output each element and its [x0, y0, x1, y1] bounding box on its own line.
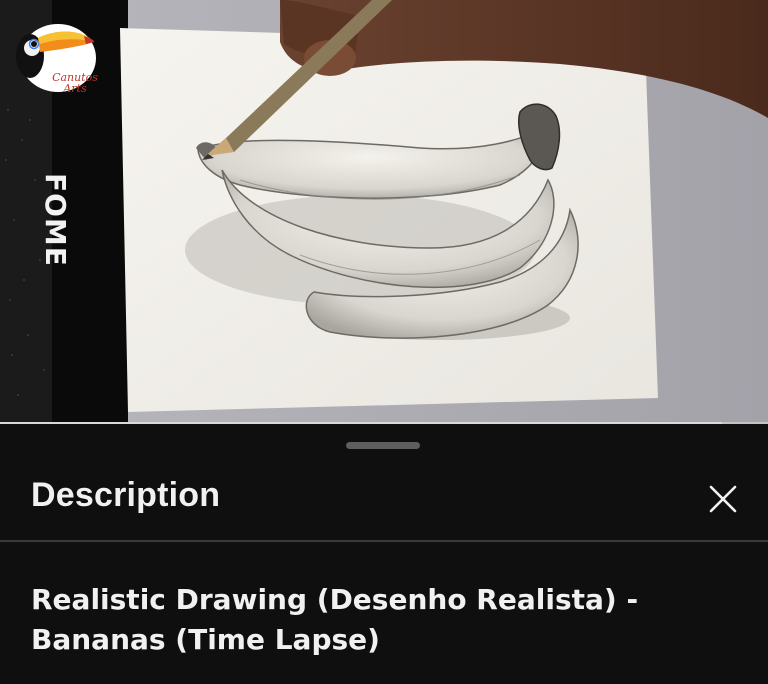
sheet-title: Description [31, 476, 221, 514]
video-progress-fill [0, 422, 722, 424]
close-icon [709, 485, 737, 513]
description-sheet: Description Realistic Drawing (Desenho R… [0, 428, 768, 684]
video-player[interactable]: Canutos Arts FOME [0, 0, 768, 424]
sketchbook-brand-label: FOME [39, 173, 72, 267]
video-progress-bar[interactable] [0, 422, 768, 424]
video-title: Realistic Drawing (Desenho Realista) - B… [31, 583, 658, 656]
mobile-screen: Canutos Arts FOME Description Realistic … [0, 0, 768, 684]
sheet-divider [0, 540, 768, 542]
sheet-drag-handle[interactable] [346, 442, 420, 449]
close-button[interactable] [698, 474, 748, 524]
channel-logo-text: Canutos Arts [48, 72, 102, 94]
video-frame [0, 0, 768, 424]
channel-logo: Canutos Arts [12, 14, 98, 94]
channel-logo-line-2: Arts [63, 82, 87, 95]
